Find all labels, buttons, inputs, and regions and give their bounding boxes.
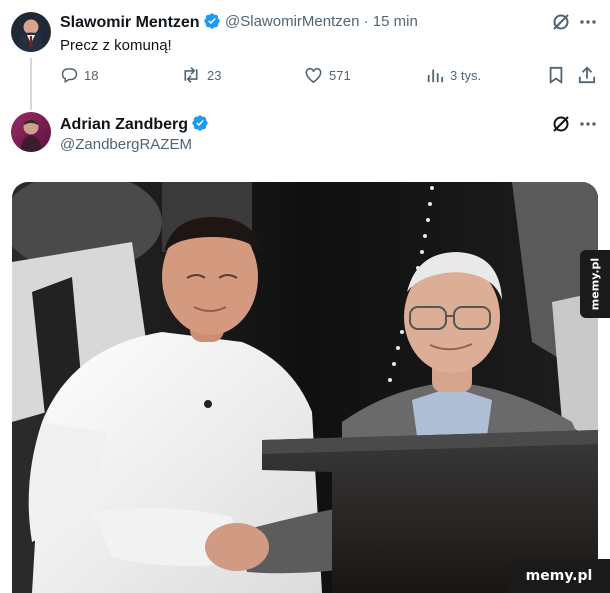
tweet-photo[interactable] — [12, 182, 598, 593]
views-button[interactable]: 3 tys. — [426, 66, 481, 84]
thread-line — [30, 58, 32, 110]
watermark-bottom: memy.pl — [508, 559, 610, 593]
like-button[interactable]: 571 — [304, 66, 351, 84]
author-name-text[interactable]: Slawomir Mentzen — [60, 14, 200, 31]
more-icon[interactable] — [579, 12, 597, 37]
grok-icon[interactable] — [551, 12, 571, 37]
views-icon — [427, 69, 444, 83]
reply-button[interactable]: 18 — [60, 66, 98, 84]
tweet-mentzen[interactable]: Slawomir Mentzen @SlawomirMentzen · 15 m… — [0, 0, 610, 110]
like-icon — [305, 67, 322, 84]
share-icon — [578, 66, 596, 84]
author-name[interactable]: Slawomir Mentzen — [60, 12, 221, 35]
tweet-actions: 18 23 571 3 tys. — [60, 66, 600, 90]
author-handle[interactable]: @SlawomirMentzen · 15 min — [225, 13, 418, 30]
author-name-text[interactable]: Adrian Zandberg — [60, 116, 188, 133]
repost-count: 23 — [207, 67, 222, 83]
avatar-mentzen[interactable] — [11, 12, 51, 52]
repost-icon — [184, 67, 198, 83]
share-button[interactable] — [578, 66, 596, 84]
watermark-side-text: memy.pl — [588, 257, 602, 311]
verified-badge-icon — [203, 12, 221, 35]
bookmark-button[interactable] — [548, 66, 564, 84]
tweet-timestamp[interactable]: · 15 min — [364, 13, 418, 30]
tweet-text: Precz z komuną! — [60, 37, 172, 54]
more-icon[interactable] — [579, 114, 597, 139]
bookmark-icon — [549, 66, 563, 84]
avatar-zandberg[interactable] — [11, 112, 51, 152]
author-handle[interactable]: @ZandbergRAZEM — [60, 136, 192, 153]
views-count: 3 tys. — [450, 67, 482, 83]
verified-badge-icon — [191, 114, 209, 137]
repost-button[interactable]: 23 — [181, 66, 221, 84]
grok-icon[interactable] — [551, 114, 571, 139]
author-handle-text[interactable]: @SlawomirMentzen — [225, 13, 359, 30]
reply-count: 18 — [84, 67, 99, 83]
author-name[interactable]: Adrian Zandberg — [60, 114, 209, 137]
like-count: 571 — [329, 67, 351, 83]
watermark-side: memy.pl — [580, 250, 610, 318]
reply-icon — [61, 68, 78, 84]
